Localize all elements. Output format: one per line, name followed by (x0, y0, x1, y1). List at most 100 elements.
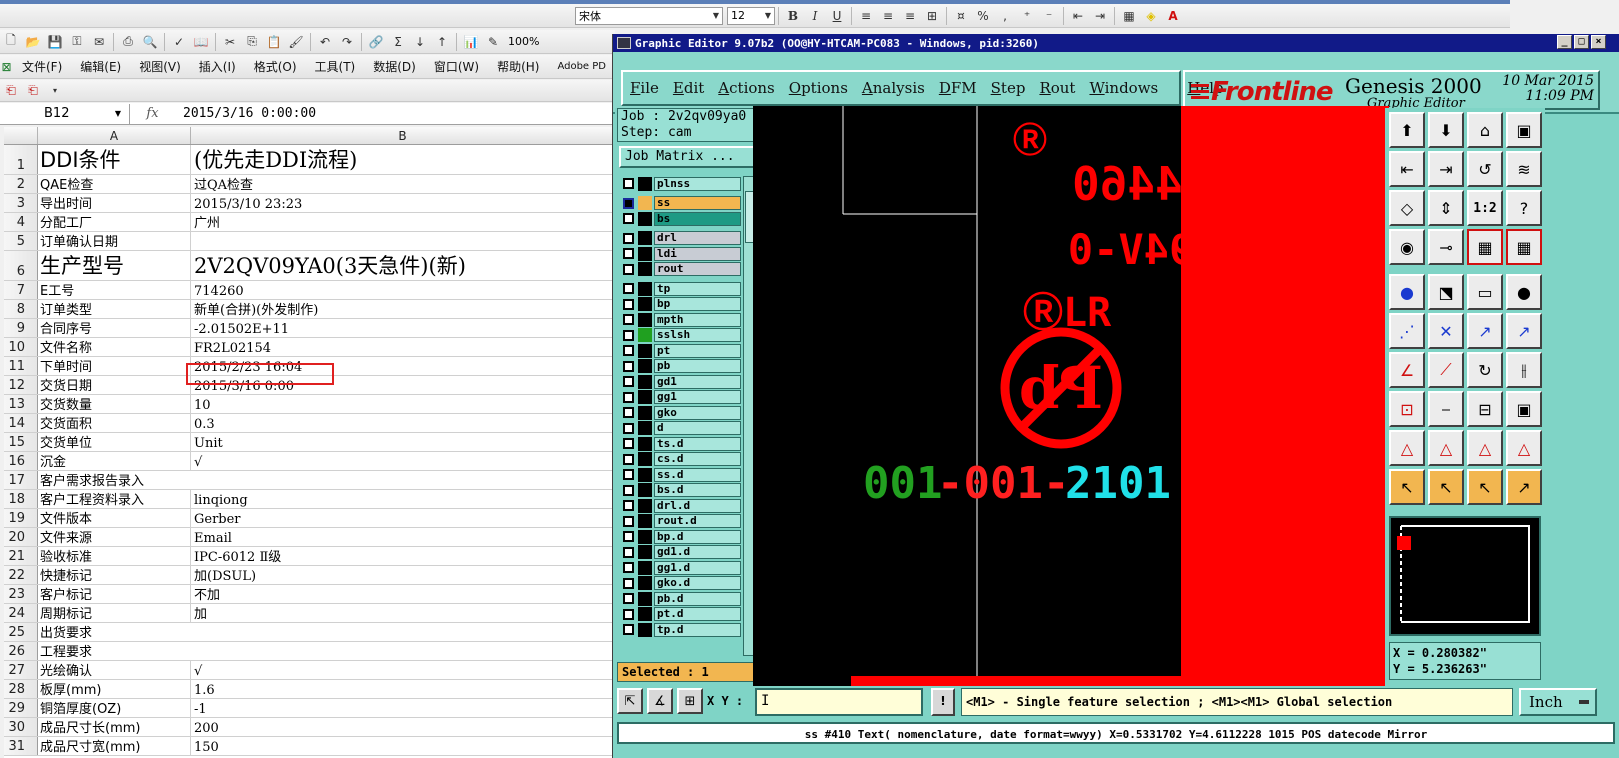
layer-color-swatch[interactable] (638, 436, 652, 451)
connect-icon[interactable]: ⋰ (1389, 313, 1425, 349)
layer-row[interactable]: tp.d (619, 622, 741, 637)
maximize-button[interactable]: □ (1574, 35, 1589, 49)
menu-step[interactable]: Step (991, 79, 1026, 97)
layer-color-swatch[interactable] (638, 328, 652, 342)
layer-name[interactable]: gg1 (654, 390, 741, 404)
layer-row[interactable]: gd1.d (619, 545, 741, 560)
cell-b[interactable]: 2015/3/10 23:23 (191, 194, 615, 212)
align-right-button[interactable]: ≡ (900, 6, 920, 26)
line-tool-icon[interactable]: ⟋ (1428, 352, 1464, 388)
layer-name[interactable]: rout.d (654, 514, 741, 528)
layer-color-swatch[interactable] (638, 176, 652, 191)
cell-a[interactable]: 客户工程资料录入 (38, 490, 191, 508)
redraw-icon[interactable]: ≋ (1506, 151, 1542, 187)
align-center-button[interactable]: ≡ (878, 6, 898, 26)
menu-window[interactable]: 窗口(W) (425, 58, 488, 75)
cell-b[interactable]: -1 (191, 699, 615, 717)
cell-b[interactable]: 10 (191, 395, 615, 413)
layer-name[interactable]: gko (654, 405, 741, 420)
layer-color-swatch[interactable] (638, 196, 652, 210)
row-header[interactable]: 28 (4, 680, 38, 698)
column-header-b[interactable]: B (191, 127, 615, 144)
layer-name[interactable]: bs (654, 211, 741, 226)
layer-color-swatch[interactable] (638, 297, 652, 311)
line-add-icon[interactable]: ⬔ (1428, 274, 1464, 310)
cell-a[interactable]: 板厚(mm) (38, 680, 191, 698)
layer-checkbox[interactable] (623, 577, 634, 589)
print-icon[interactable]: ⎙ (118, 32, 138, 52)
row-header[interactable]: 7 (4, 281, 38, 299)
layer-row[interactable]: pt (619, 343, 741, 358)
layer-name[interactable]: drl.d (654, 498, 741, 513)
layer-color-swatch[interactable] (638, 262, 652, 276)
layer-name[interactable]: ldi (654, 246, 741, 261)
layer-color-swatch[interactable] (638, 281, 652, 296)
layer-row[interactable]: tp (619, 281, 741, 296)
layer-color-swatch[interactable] (638, 467, 652, 482)
cell-b[interactable]: 1.6 (191, 680, 615, 698)
layer-color-swatch[interactable] (638, 514, 652, 528)
cell-b[interactable]: FR2L02154 (191, 338, 615, 356)
layer-color-swatch[interactable] (638, 390, 652, 404)
layer-row[interactable]: pt.d (619, 607, 741, 622)
layer-name[interactable]: bp (654, 297, 741, 311)
menu-help[interactable]: 帮助(H) (488, 58, 548, 75)
cell-a[interactable]: 生产型号 (38, 251, 191, 280)
layer-name[interactable]: ts.d (654, 436, 741, 451)
row-header[interactable]: 29 (4, 699, 38, 717)
layer-checkbox[interactable] (623, 484, 634, 496)
cell-b[interactable]: 714260 (191, 281, 615, 299)
layer-name[interactable]: sslsh (654, 328, 741, 342)
cell-a[interactable]: 文件来源 (38, 528, 191, 546)
hyperlink-icon[interactable]: 🔗 (366, 32, 386, 52)
layer-checkbox[interactable] (623, 546, 634, 558)
layer-checkbox[interactable] (623, 500, 634, 511)
layer-name[interactable]: tp.d (654, 622, 741, 637)
layer-row[interactable]: pb (619, 359, 741, 374)
layer-row[interactable]: bs (619, 211, 741, 226)
rotate-icon[interactable]: ↻ (1467, 352, 1503, 388)
layer-name[interactable]: bp.d (654, 529, 741, 544)
menu-edit[interactable]: Edit (673, 79, 704, 97)
cell-b[interactable]: √ (191, 661, 615, 679)
sort-ascending-icon[interactable]: ↓ (410, 32, 430, 52)
pan-right-icon[interactable]: ⇥ (1428, 151, 1464, 187)
cell-b[interactable]: 0.3 (191, 414, 615, 432)
menu-tools[interactable]: 工具(T) (306, 58, 365, 75)
layer-color-swatch[interactable] (638, 343, 652, 358)
query-icon[interactable]: ? (1506, 190, 1542, 226)
select-net-icon[interactable]: ↗ (1506, 469, 1542, 505)
row-header[interactable]: 26 (4, 642, 38, 660)
menu-windows[interactable]: Windows (1089, 79, 1158, 97)
italic-button[interactable]: I (805, 6, 825, 26)
menu-view[interactable]: 视图(V) (130, 58, 190, 75)
cell-a[interactable]: 交货面积 (38, 414, 191, 432)
bold-button[interactable]: B (783, 6, 803, 26)
select-poly-icon[interactable]: ↖ (1467, 469, 1503, 505)
menu-adobe-pdf[interactable]: Adobe PD (548, 61, 615, 72)
row-header[interactable]: 19 (4, 509, 38, 527)
row-header[interactable]: 17 (4, 471, 38, 489)
cell-b[interactable]: 150 (191, 737, 615, 755)
layer-color-swatch[interactable] (638, 374, 652, 389)
layer-row[interactable]: bp (619, 297, 741, 312)
layer-checkbox[interactable] (623, 263, 634, 275)
message-button[interactable]: ! (931, 688, 955, 716)
layer-color-swatch[interactable] (638, 452, 652, 466)
layer-checkbox[interactable] (623, 593, 634, 604)
cell-a[interactable]: 导出时间 (38, 194, 191, 212)
copy-edit-icon[interactable]: ▣ (1506, 391, 1542, 427)
layer-row[interactable]: ss (619, 196, 741, 211)
angle-icon[interactable]: ∠ (1389, 352, 1425, 388)
decrease-decimal-button[interactable]: ⁻ (1039, 6, 1059, 26)
layer-checkbox[interactable] (623, 438, 634, 449)
menu-insert[interactable]: 插入(I) (190, 58, 245, 75)
layer-color-swatch[interactable] (638, 560, 652, 575)
row-header[interactable]: 21 (4, 547, 38, 565)
layer-checkbox[interactable] (623, 422, 634, 434)
menu-format[interactable]: 格式(O) (245, 58, 306, 75)
units-selector[interactable]: Inch (1519, 688, 1597, 716)
zoom-out-icon[interactable]: ⇕ (1428, 190, 1464, 226)
move-seg-icon[interactable]: ↗ (1506, 313, 1542, 349)
row-header[interactable]: 16 (4, 452, 38, 470)
